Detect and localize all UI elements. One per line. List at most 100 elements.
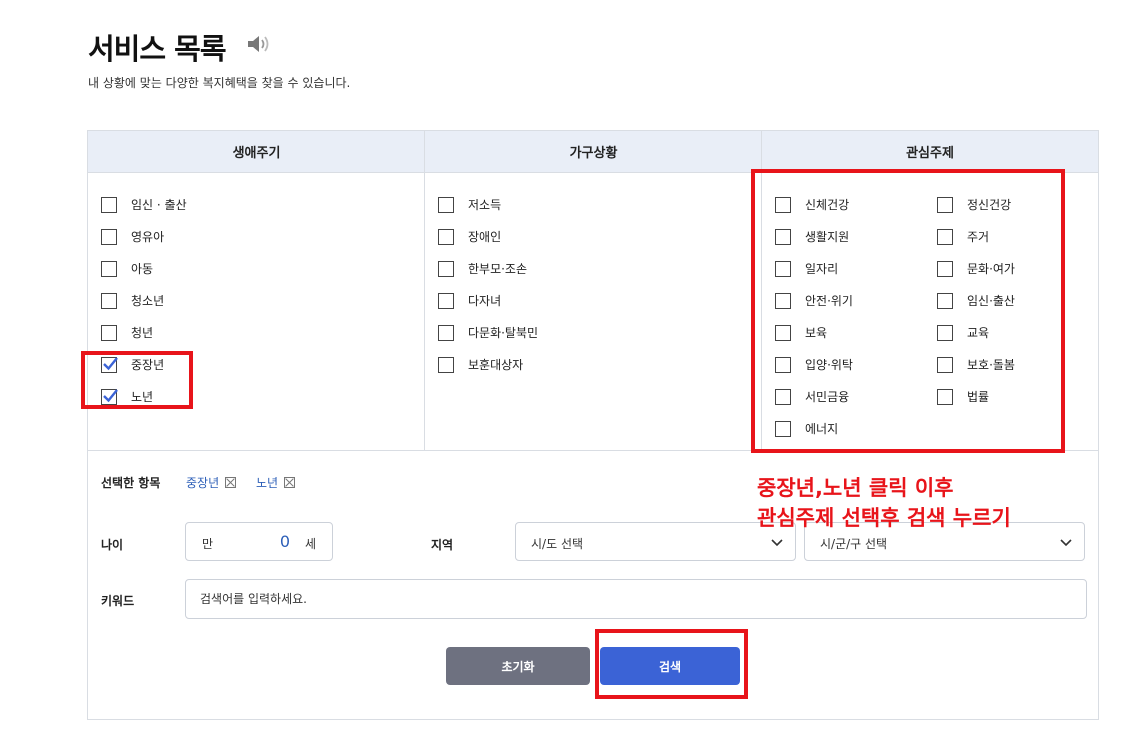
checkbox[interactable] [775,228,791,245]
checkbox-item[interactable]: 임신·출산 [937,292,1015,309]
checkbox-label: 안전·위기 [805,294,853,308]
checkbox-item[interactable]: 신체건강 [775,196,849,213]
checkbox-item[interactable]: 생활지원 [775,228,849,245]
checkbox-item[interactable]: 장애인 [438,228,501,245]
checkbox[interactable] [438,356,454,373]
checkbox-item[interactable]: 보호·돌봄 [937,356,1015,373]
checkbox-label: 입양·위탁 [805,358,853,372]
section-divider [88,450,1098,451]
selected-chip-label: 노년 [256,476,279,490]
checkbox[interactable] [101,196,117,213]
checkbox[interactable] [775,292,791,309]
search-button[interactable]: 검색 [600,647,740,685]
checkbox-label: 다문화·탈북민 [468,326,539,340]
checkbox[interactable] [937,292,953,309]
checkbox[interactable] [775,196,791,213]
checkbox-label: 교육 [967,326,990,340]
checkbox-label: 보육 [805,326,828,340]
checkbox-label: 보훈대상자 [468,358,524,372]
checkbox-item[interactable]: 정신건강 [937,196,1011,213]
checkbox-item[interactable]: 입양·위탁 [775,356,853,373]
checkbox[interactable] [101,292,117,309]
checkbox[interactable] [937,228,953,245]
page-title: 서비스 목록 [88,32,226,66]
checkbox-item[interactable]: 중장년 [101,356,164,373]
checkbox[interactable] [937,388,953,405]
checkbox-item[interactable]: 다문화·탈북민 [438,324,538,341]
checkbox[interactable] [101,228,117,245]
checkbox-label: 법률 [967,390,990,404]
checkbox-item[interactable]: 법률 [937,388,989,405]
age-label: 나이 [101,538,124,552]
checkbox-label: 청소년 [131,294,165,308]
checkbox[interactable] [101,260,117,277]
checkbox[interactable] [438,228,454,245]
selected-items-label: 선택한 항목 [101,476,161,490]
checkbox[interactable] [775,260,791,277]
keyword-input[interactable] [185,579,1087,619]
checkbox[interactable] [101,324,117,341]
checkbox-label: 청년 [131,326,154,340]
checkbox-item[interactable]: 보육 [775,324,827,341]
checkbox-label: 주거 [967,230,990,244]
checkbox[interactable] [775,420,791,437]
checkbox-item[interactable]: 임신 · 출산 [101,196,187,213]
close-icon[interactable] [225,477,237,488]
checkbox[interactable] [438,292,454,309]
checkbox-label: 보호·돌봄 [967,358,1015,372]
checkbox-item[interactable]: 보훈대상자 [438,356,523,373]
checkbox-item[interactable]: 한부모·조손 [438,260,527,277]
column-divider [761,131,762,450]
checkbox-item[interactable]: 청소년 [101,292,164,309]
checkbox-item[interactable]: 문화·여가 [937,260,1015,277]
checkbox-item[interactable]: 아동 [101,260,153,277]
checkbox-label: 생활지원 [805,230,850,244]
age-prefix: 만 [202,537,214,551]
selected-chip[interactable]: 중장년 [186,474,237,491]
checkbox[interactable] [101,388,118,405]
checkbox-item[interactable]: 영유아 [101,228,164,245]
checkbox-item[interactable]: 에너지 [775,420,838,437]
checkbox-item[interactable]: 노년 [101,388,153,405]
column-divider [424,131,425,450]
checkbox[interactable] [775,388,791,405]
checkbox-item[interactable]: 서민금융 [775,388,849,405]
age-value[interactable]: 0 [280,532,290,551]
age-input[interactable]: 만 0 세 [185,522,333,561]
chevron-down-icon [1060,539,1072,547]
checkbox-item[interactable]: 저소득 [438,196,501,213]
region-label: 지역 [431,538,454,552]
checkbox[interactable] [775,356,791,373]
chevron-down-icon [771,539,783,547]
sido-select-value: 시/도 선택 [531,537,584,551]
check-icon [103,356,118,370]
checkbox-item[interactable]: 안전·위기 [775,292,853,309]
checkbox-label: 장애인 [468,230,502,244]
checkbox[interactable] [438,324,454,341]
checkbox[interactable] [937,196,953,213]
sido-select[interactable]: 시/도 선택 [515,522,796,561]
speaker-icon[interactable] [246,33,272,55]
checkbox-label: 임신·출산 [967,294,1015,308]
checkbox-item[interactable]: 다자녀 [438,292,501,309]
checkbox[interactable] [937,324,953,341]
checkbox-label: 다자녀 [468,294,502,308]
checkbox-item[interactable]: 청년 [101,324,153,341]
checkbox[interactable] [775,324,791,341]
checkbox[interactable] [438,260,454,277]
checkbox[interactable] [438,196,454,213]
checkbox-item[interactable]: 일자리 [775,260,838,277]
reset-button[interactable]: 초기화 [446,647,590,685]
filter-panel: 생애주기 가구상황 관심주제 [87,130,1099,720]
keyword-label: 키워드 [101,594,135,608]
checkbox-item[interactable]: 교육 [937,324,989,341]
checkbox-item[interactable]: 주거 [937,228,989,245]
column-header-household: 가구상황 [425,131,762,173]
page-subtitle: 내 상황에 맞는 다양한 복지혜택을 찾을 수 있습니다. [88,76,351,90]
checkbox-label: 영유아 [131,230,165,244]
selected-chip[interactable]: 노년 [256,474,296,491]
checkbox[interactable] [937,356,953,373]
checkbox[interactable] [937,260,953,277]
close-icon[interactable] [284,477,296,488]
checkbox[interactable] [101,356,118,373]
